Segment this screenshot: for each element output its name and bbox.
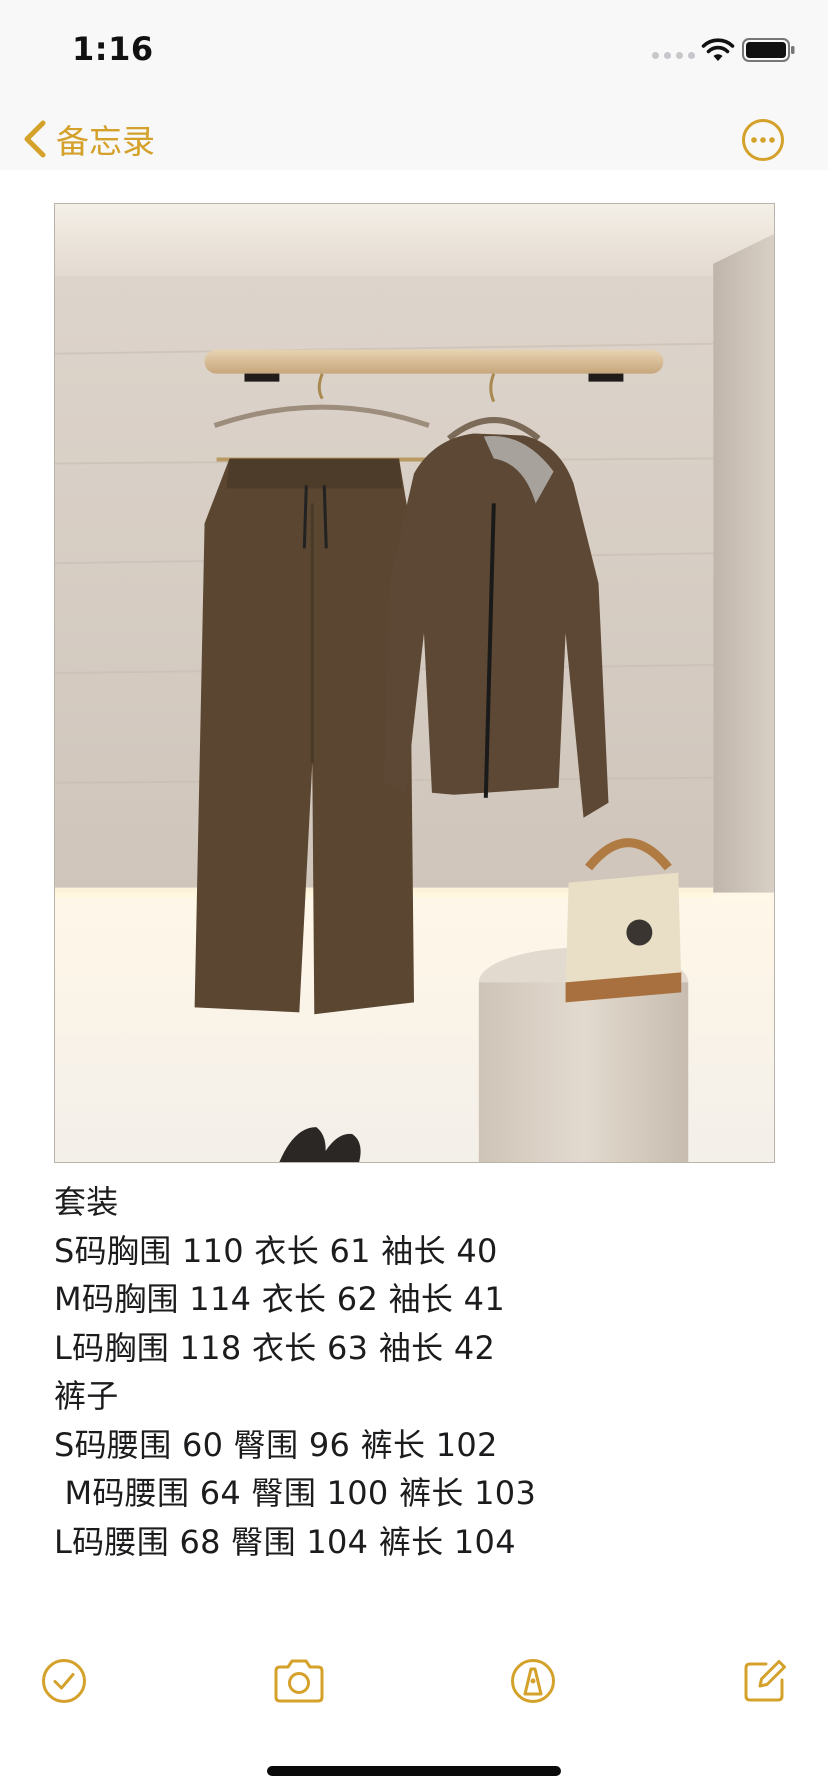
back-button-label: 备忘录 (56, 122, 155, 161)
note-photo-attachment[interactable] (54, 203, 775, 1163)
note-line: S码腰围 60 臀围 96 裤长 102 (54, 1425, 498, 1464)
note-line: L码胸围 118 衣长 63 袖长 42 (54, 1328, 496, 1367)
battery-icon (742, 38, 795, 62)
back-button[interactable]: 备忘录 (22, 115, 155, 163)
checkmark-circle-icon[interactable] (41, 1658, 87, 1704)
note-line: 裤子 (54, 1377, 119, 1415)
note-line: M码腰围 64 臀围 100 裤长 103 (54, 1474, 537, 1512)
clothing-photo (55, 204, 774, 1162)
ellipsis-circle-icon[interactable] (741, 118, 785, 162)
note-line: M码胸围 114 衣长 62 袖长 41 (54, 1280, 505, 1318)
note-body[interactable]: 套装 S码胸围 110 衣长 61 袖长 40 M码胸围 114 衣长 62 袖… (54, 1178, 774, 1566)
compose-icon[interactable] (742, 1658, 788, 1704)
chevron-left-icon (24, 120, 46, 158)
camera-icon[interactable] (272, 1658, 326, 1704)
pen-tip-circle-icon[interactable] (510, 1658, 556, 1704)
note-line: S码胸围 110 衣长 61 袖长 40 (54, 1231, 498, 1270)
wifi-icon (701, 38, 735, 61)
status-time: 1:16 (72, 30, 154, 68)
cellular-signal-icon (652, 52, 695, 59)
status-bar: 1:16 (0, 0, 828, 100)
home-indicator[interactable] (267, 1766, 561, 1776)
note-line: L码腰围 68 臀围 104 裤长 104 (54, 1522, 516, 1561)
note-line: 套装 (54, 1183, 119, 1221)
